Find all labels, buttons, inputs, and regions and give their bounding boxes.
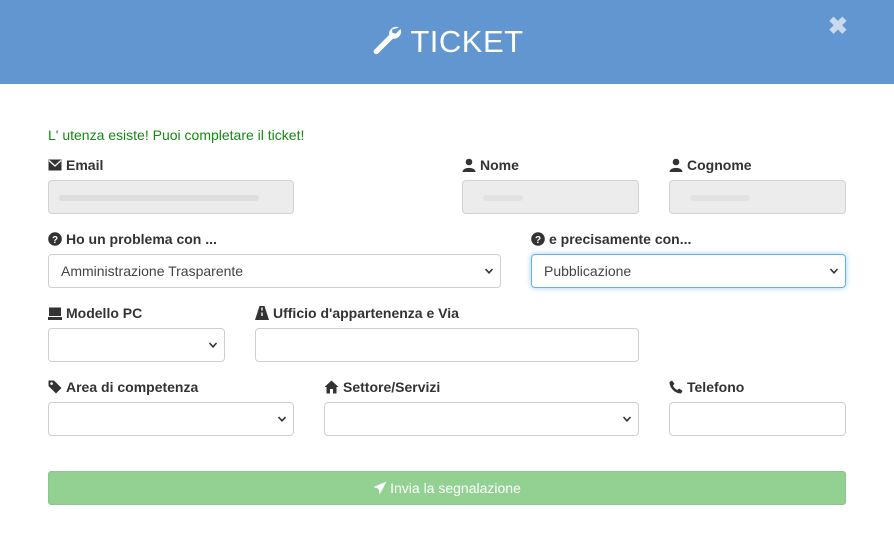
chevron-down-icon [829,268,839,274]
chevron-down-icon [622,416,632,422]
problema-selected-value: Amministrazione Trasparente [61,263,244,279]
ufficio-input[interactable] [255,328,639,362]
submit-label: Invia la segnalazione [390,480,521,496]
modello-pc-select[interactable] [48,328,225,362]
nome-field[interactable] [462,180,639,214]
laptop-icon [48,307,62,320]
tag-icon [48,380,62,394]
road-icon [255,306,269,320]
chevron-down-icon [484,268,494,274]
phone-icon [669,380,683,394]
settore-select[interactable] [324,402,639,436]
precisamente-label: ? e precisamente con... [531,231,691,247]
area-select[interactable] [48,402,294,436]
redacted-value [690,195,750,201]
area-label: Area di competenza [48,379,198,395]
question-circle-icon: ? [531,232,545,246]
redacted-value [483,195,523,201]
title-text: TICKET [410,24,524,59]
cognome-field[interactable] [669,180,846,214]
email-label: Email [48,157,103,173]
precisamente-select[interactable]: Pubblicazione [531,254,846,288]
modal-title: TICKET [0,0,894,84]
modello-pc-label: Modello PC [48,305,142,321]
wrench-icon [370,24,402,61]
submit-button[interactable]: Invia la segnalazione [48,471,846,505]
status-message: L' utenza esiste! Puoi completare il tic… [48,127,305,143]
redacted-value [59,195,259,201]
precisamente-selected-value: Pubblicazione [544,263,632,279]
user-icon [669,158,683,172]
close-icon[interactable]: ✖ [828,15,848,39]
envelope-icon [48,159,62,171]
problema-label: ? Ho un problema con ... [48,231,217,247]
send-icon [373,481,387,495]
chevron-down-icon [277,416,287,422]
user-icon [462,158,476,172]
question-circle-icon: ? [48,232,62,246]
telefono-label: Telefono [669,379,744,395]
chevron-down-icon [208,342,218,348]
nome-label: Nome [462,157,519,173]
home-icon [324,380,339,394]
cognome-label: Cognome [669,157,752,173]
telefono-input[interactable] [669,402,846,436]
problema-select[interactable]: Amministrazione Trasparente [48,254,501,288]
email-field[interactable] [48,180,294,214]
svg-text:?: ? [535,235,541,246]
ufficio-label: Ufficio d'appartenenza e Via [255,305,459,321]
settore-label: Settore/Servizi [324,379,440,395]
svg-text:?: ? [52,235,58,246]
